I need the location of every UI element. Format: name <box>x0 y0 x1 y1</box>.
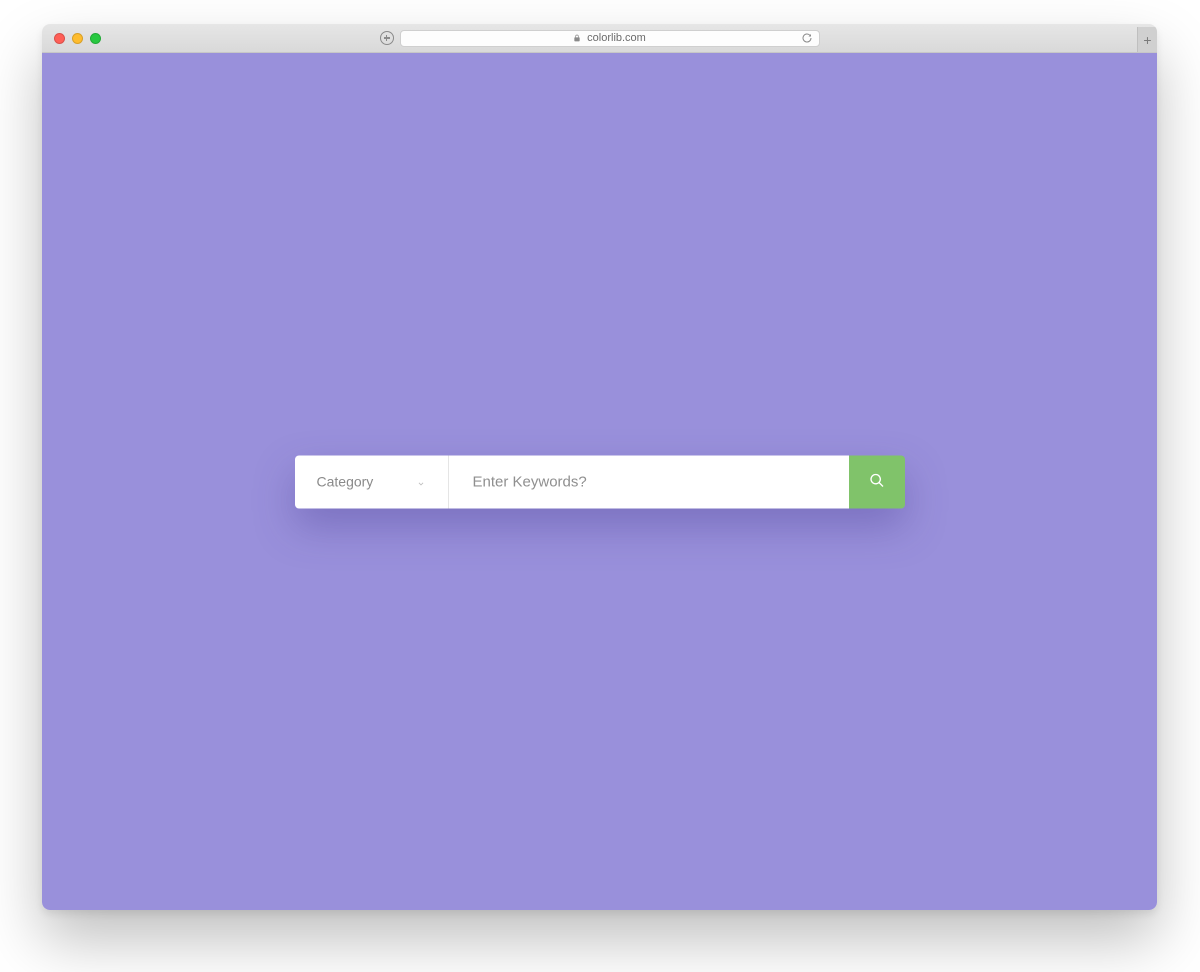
keywords-input[interactable] <box>449 455 849 508</box>
window-minimize-button[interactable] <box>72 33 83 44</box>
search-button[interactable] <box>849 455 905 508</box>
reader-mode-icon[interactable] <box>380 31 394 45</box>
page-viewport: Category <box>42 53 1157 910</box>
window-close-button[interactable] <box>54 33 65 44</box>
browser-titlebar: colorlib.com + <box>42 24 1157 53</box>
chevron-down-icon <box>416 477 426 487</box>
search-icon <box>869 472 885 491</box>
window-maximize-button[interactable] <box>90 33 101 44</box>
search-form: Category <box>295 455 905 508</box>
refresh-icon[interactable] <box>801 32 813 44</box>
address-text: colorlib.com <box>587 32 646 44</box>
browser-window: colorlib.com + Category <box>42 24 1157 910</box>
address-bar[interactable]: colorlib.com <box>400 30 820 47</box>
category-label: Category <box>317 474 374 490</box>
lock-icon <box>573 33 581 43</box>
new-tab-button[interactable]: + <box>1137 27 1157 52</box>
address-area: colorlib.com <box>380 30 820 47</box>
plus-icon: + <box>1143 33 1151 47</box>
category-select[interactable]: Category <box>295 455 449 508</box>
window-controls <box>54 33 101 44</box>
